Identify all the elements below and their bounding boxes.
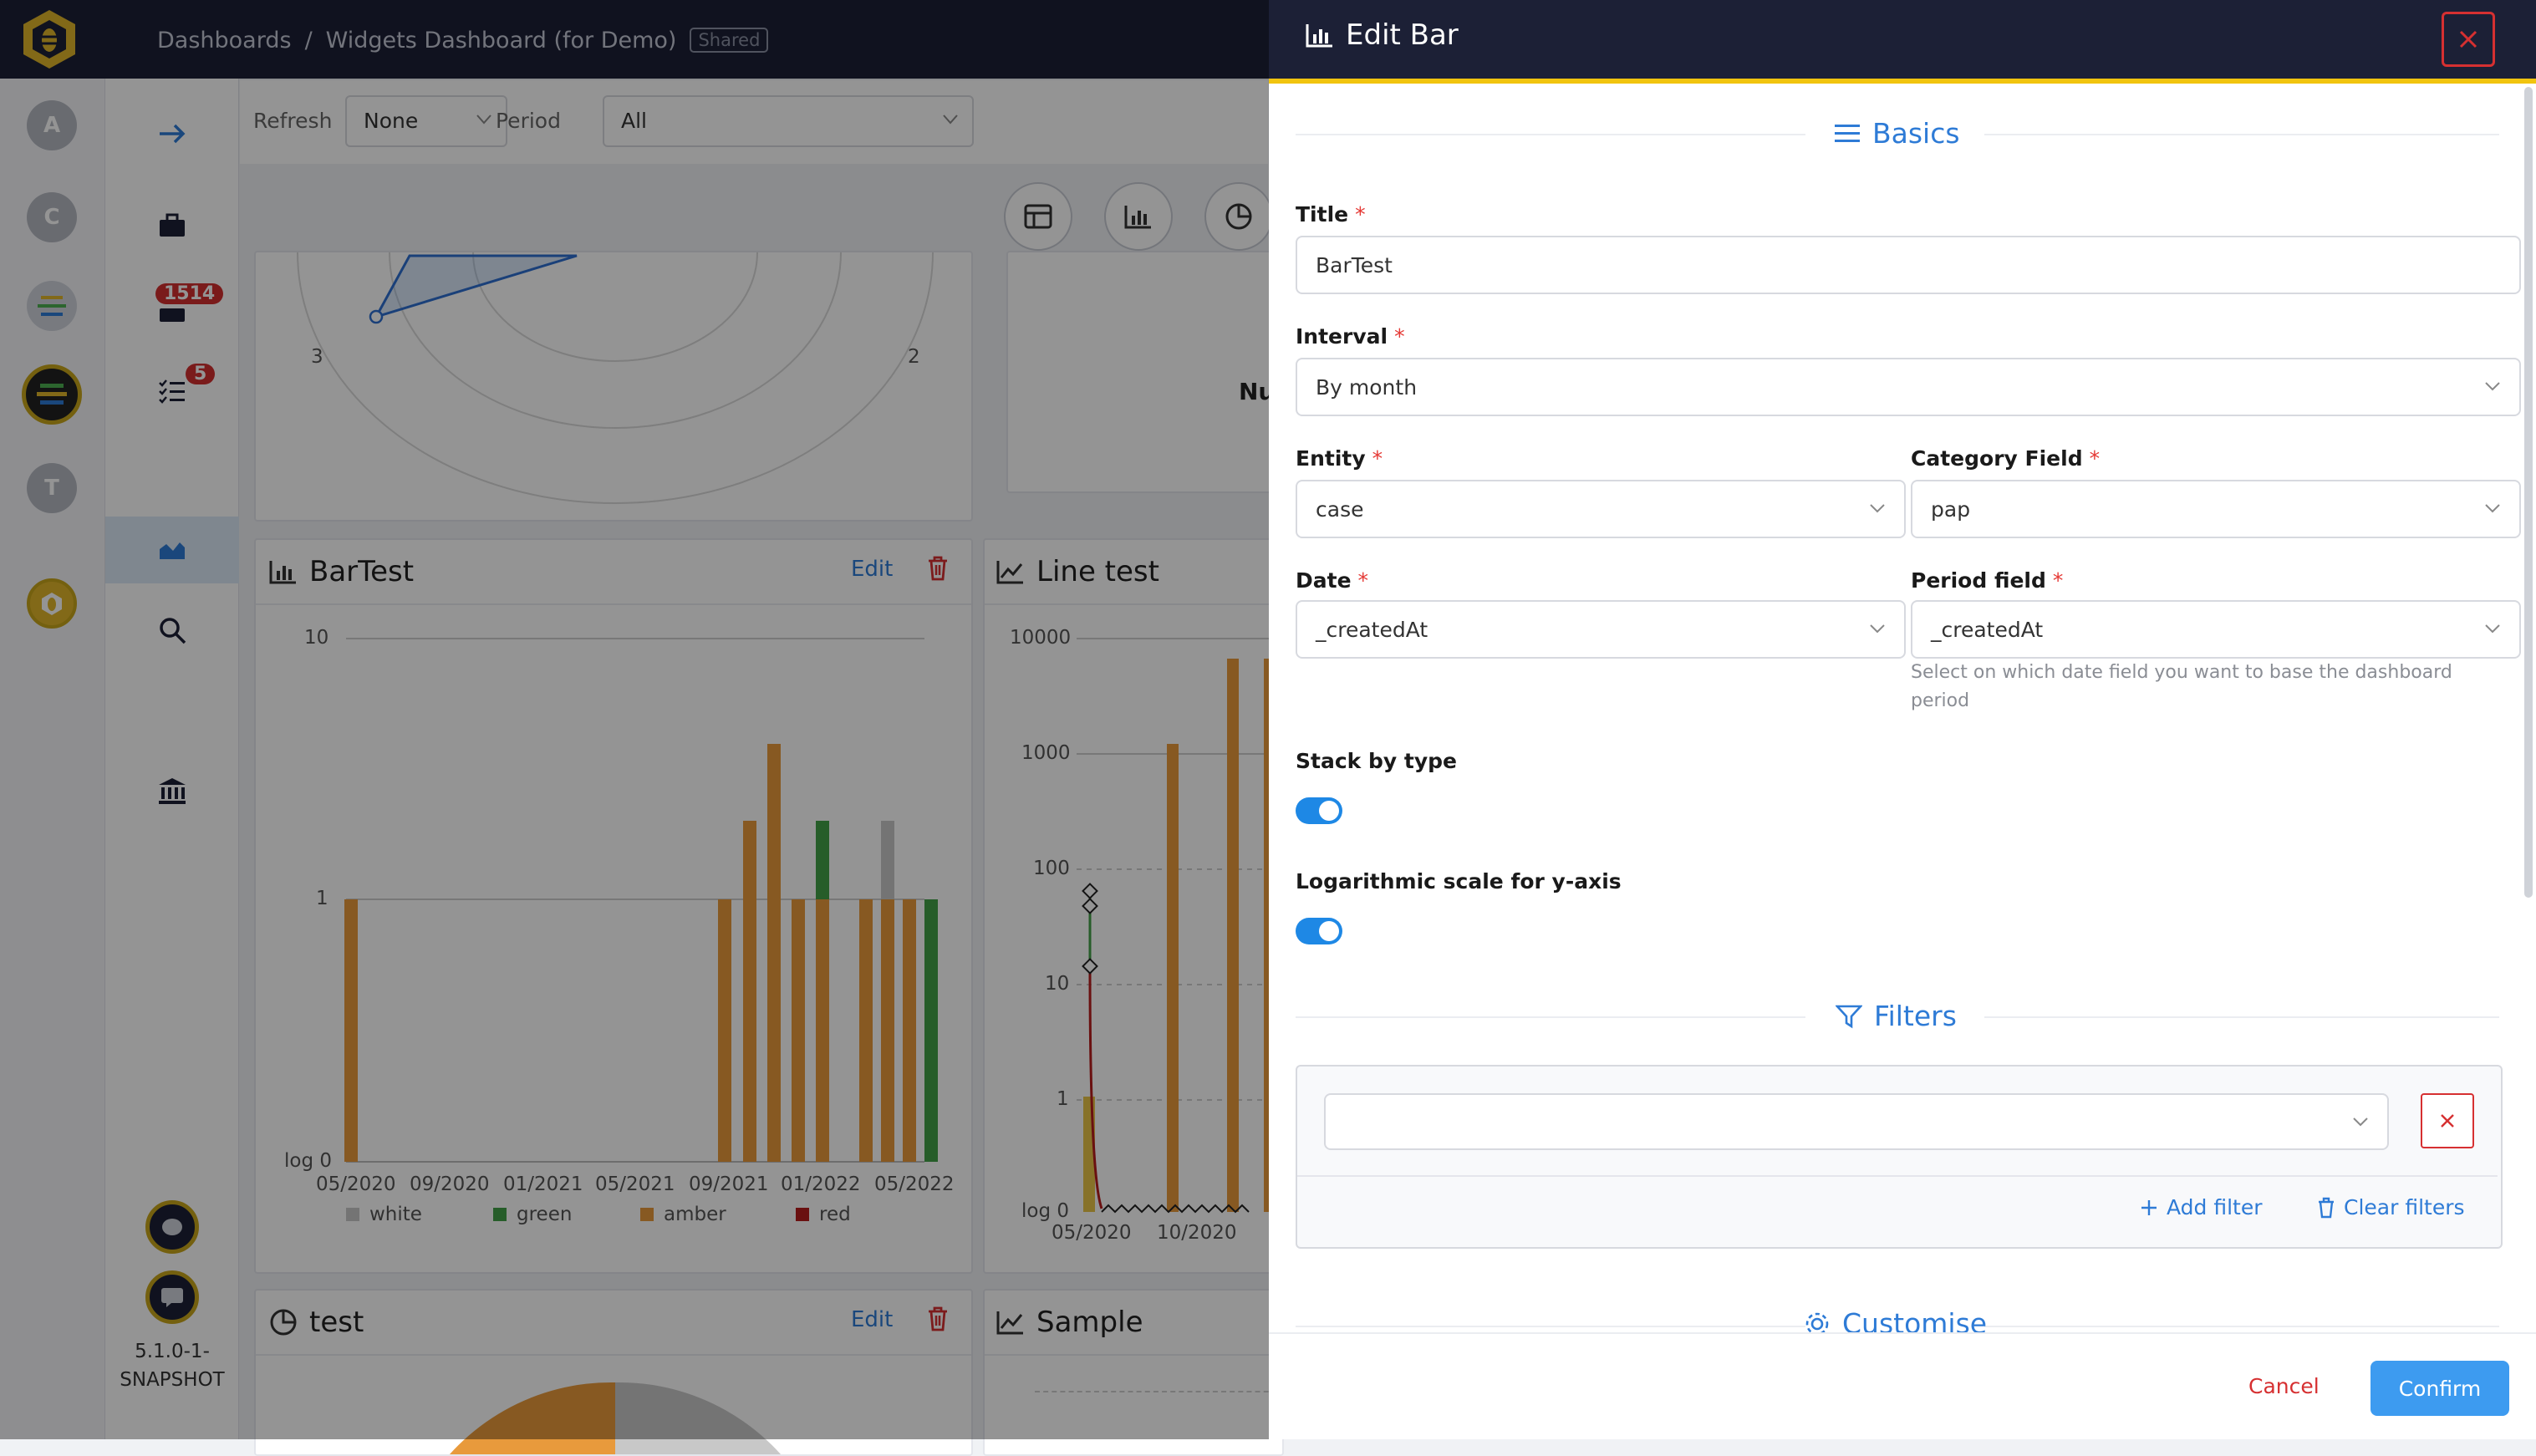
section-divider (1984, 1326, 2499, 1327)
clear-filters-link[interactable]: Clear filters (2317, 1195, 2465, 1219)
confirm-button[interactable]: Confirm (2370, 1361, 2509, 1416)
modal-backdrop[interactable] (0, 0, 1269, 1439)
section-divider (1984, 1016, 2499, 1018)
required-marker: * (2089, 446, 2101, 471)
drawer-scrollbar[interactable] (2524, 87, 2533, 898)
section-divider (1296, 134, 1805, 135)
required-marker: * (1394, 324, 1405, 349)
drawer-close-button[interactable] (2442, 12, 2495, 67)
entity-label: Entity * (1296, 446, 1383, 471)
category-field-select[interactable]: pap (1911, 480, 2521, 538)
entity-select[interactable]: case (1296, 480, 1906, 538)
category-field-label: Category Field * (1911, 446, 2101, 471)
filters-box-divider (1297, 1175, 2498, 1177)
add-filter-link[interactable]: Add filter (2140, 1195, 2263, 1219)
filters-box (1296, 1065, 2503, 1249)
chevron-down-icon (1870, 504, 1885, 513)
drawer-title: Edit Bar (1306, 18, 1459, 52)
log-scale-toggle[interactable] (1296, 918, 1342, 944)
stack-by-type-label: Stack by type (1296, 749, 1457, 773)
period-field-select[interactable]: _createdAt (1911, 600, 2521, 659)
required-marker: * (1357, 568, 1369, 593)
period-field-label: Period field * (1911, 568, 2064, 593)
required-marker: * (1355, 202, 1366, 227)
funnel-icon (1836, 1005, 1862, 1028)
filters-section-title: Filters (1836, 1000, 1957, 1032)
plus-icon (2141, 1199, 2157, 1215)
title-input[interactable]: BarTest (1296, 236, 2521, 294)
trash-icon (2319, 1197, 2334, 1218)
title-label: Title * (1296, 202, 1366, 227)
required-marker: * (2052, 568, 2064, 593)
section-divider (1296, 1016, 1805, 1018)
chevron-down-icon (2485, 504, 2500, 513)
drawer-header (1269, 0, 2536, 79)
interval-label: Interval * (1296, 324, 1405, 349)
cancel-button[interactable]: Cancel (2248, 1374, 2320, 1398)
chevron-down-icon (1870, 624, 1885, 634)
date-label: Date * (1296, 568, 1369, 593)
close-icon (2441, 1114, 2454, 1128)
filter-field-select[interactable] (1324, 1093, 2389, 1150)
section-divider (1984, 134, 2499, 135)
log-scale-label: Logarithmic scale for y-axis (1296, 869, 1622, 893)
chevron-down-icon (2485, 382, 2500, 391)
stack-by-type-toggle[interactable] (1296, 797, 1342, 824)
chevron-down-icon (2353, 1117, 2368, 1127)
period-field-hint: Select on which date field you want to b… (1911, 662, 2452, 711)
bar-chart-icon (1306, 24, 1332, 48)
menu-lines-icon (1835, 124, 1860, 142)
drawer-accent-stripe (1269, 79, 2536, 84)
close-icon (2459, 30, 2477, 48)
required-marker: * (1372, 446, 1383, 471)
section-divider (1296, 1326, 1805, 1327)
remove-filter-button[interactable] (2421, 1093, 2474, 1148)
date-select[interactable]: _createdAt (1296, 600, 1906, 659)
drawer-footer (1269, 1332, 2536, 1439)
chevron-down-icon (2485, 624, 2500, 634)
interval-select[interactable]: By month (1296, 358, 2521, 416)
basics-section-title: Basics (1834, 117, 1960, 150)
